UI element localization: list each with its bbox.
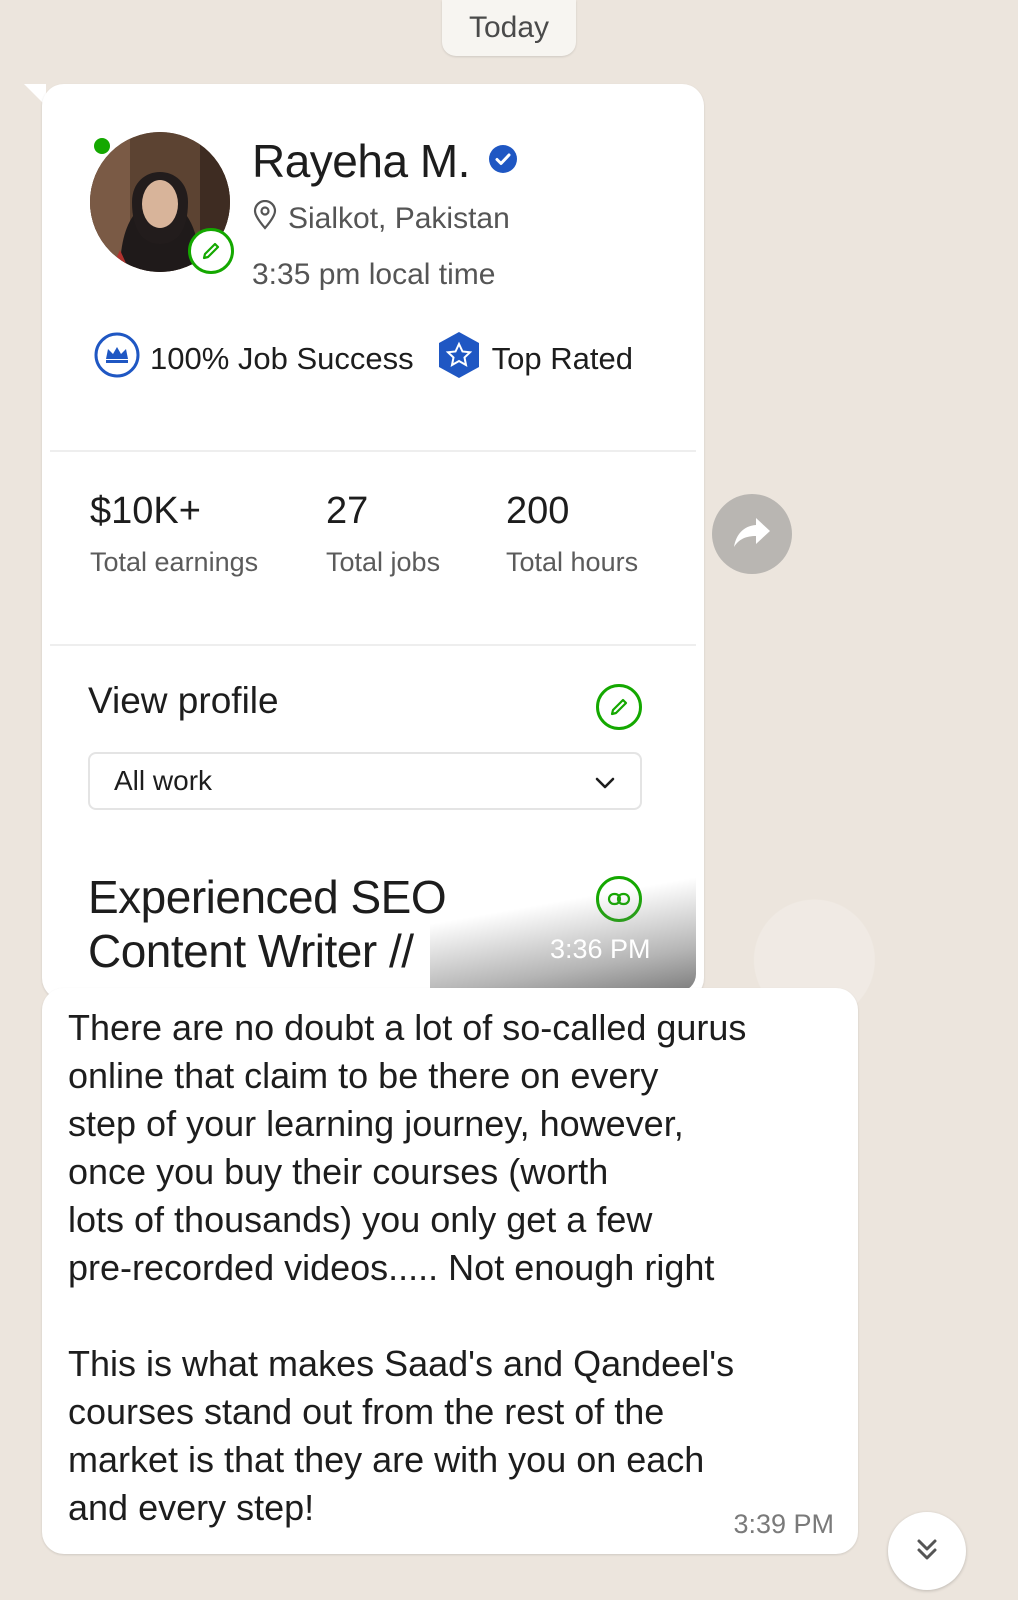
- location-text: Sialkot, Pakistan: [288, 202, 510, 235]
- stats-row: $10K+ Total earnings 27 Total jobs 200 T…: [90, 490, 670, 590]
- stat-total-hours: 200 Total hours: [506, 490, 638, 578]
- online-status-dot: [94, 138, 110, 154]
- profile-title-line: Experienced SEO: [88, 871, 447, 923]
- profile-title-line: Content Writer //: [88, 925, 414, 977]
- card-timestamp: 3:36 PM: [550, 934, 651, 964]
- edit-avatar-icon[interactable]: [188, 228, 234, 274]
- forward-arrow-icon: [730, 512, 774, 557]
- view-profile-link[interactable]: View profile: [88, 680, 279, 722]
- job-success-icon: [94, 332, 140, 386]
- stat-value: $10K+: [90, 490, 201, 532]
- job-success-badge: 100% Job Success: [94, 332, 414, 386]
- local-time: 3:35 pm local time: [252, 258, 496, 291]
- stat-total-earnings: $10K+ Total earnings: [90, 490, 258, 578]
- message-timestamp: 3:39 PM: [733, 1509, 834, 1539]
- message-body: There are no doubt a lot of so-called gu…: [68, 1004, 848, 1532]
- date-chip: Today: [442, 0, 576, 56]
- stat-value: 200: [506, 490, 570, 532]
- stat-label: Total earnings: [90, 547, 259, 577]
- location-row: Sialkot, Pakistan: [252, 199, 510, 238]
- work-filter-dropdown[interactable]: All work: [88, 752, 642, 810]
- profile-title: Experienced SEO Content Writer //: [88, 870, 488, 978]
- avatar-container: [90, 132, 234, 274]
- verified-badge-icon: [488, 144, 518, 179]
- stat-label: Total hours: [506, 547, 639, 577]
- divider: [50, 644, 696, 646]
- date-chip-label: Today: [468, 11, 550, 44]
- message-paragraph: This is what makes Saad's and Qandeel's …: [68, 1343, 735, 1528]
- top-rated-badge: Top Rated: [436, 330, 633, 388]
- divider: [50, 450, 696, 452]
- profile-card[interactable]: Rayeha M. Sialkot, Pakistan 3:35 pm loca…: [50, 92, 696, 992]
- stat-value: 27: [326, 490, 369, 532]
- top-rated-label: Top Rated: [491, 341, 633, 376]
- job-success-label: 100% Job Success: [150, 341, 414, 376]
- chevron-down-icon: [594, 765, 616, 797]
- forward-button[interactable]: [712, 494, 792, 574]
- badges-row: 100% Job Success Top Rated: [94, 330, 633, 388]
- timestamp-shade: [430, 862, 696, 992]
- text-message-bubble[interactable]: There are no doubt a lot of so-called gu…: [42, 988, 858, 1554]
- message-paragraph: There are no doubt a lot of so-called gu…: [68, 1007, 747, 1288]
- stat-label: Total jobs: [326, 547, 441, 577]
- name-row: Rayeha M.: [252, 134, 518, 188]
- location-pin-icon: [252, 199, 278, 238]
- top-rated-icon: [436, 330, 482, 388]
- work-filter-value: All work: [114, 765, 213, 796]
- stat-total-jobs: 27 Total jobs: [326, 490, 440, 578]
- freelancer-name: Rayeha M.: [252, 135, 470, 187]
- double-chevron-down-icon: [912, 1534, 942, 1569]
- scroll-to-bottom-button[interactable]: [888, 1512, 966, 1590]
- edit-profile-icon[interactable]: [596, 684, 642, 730]
